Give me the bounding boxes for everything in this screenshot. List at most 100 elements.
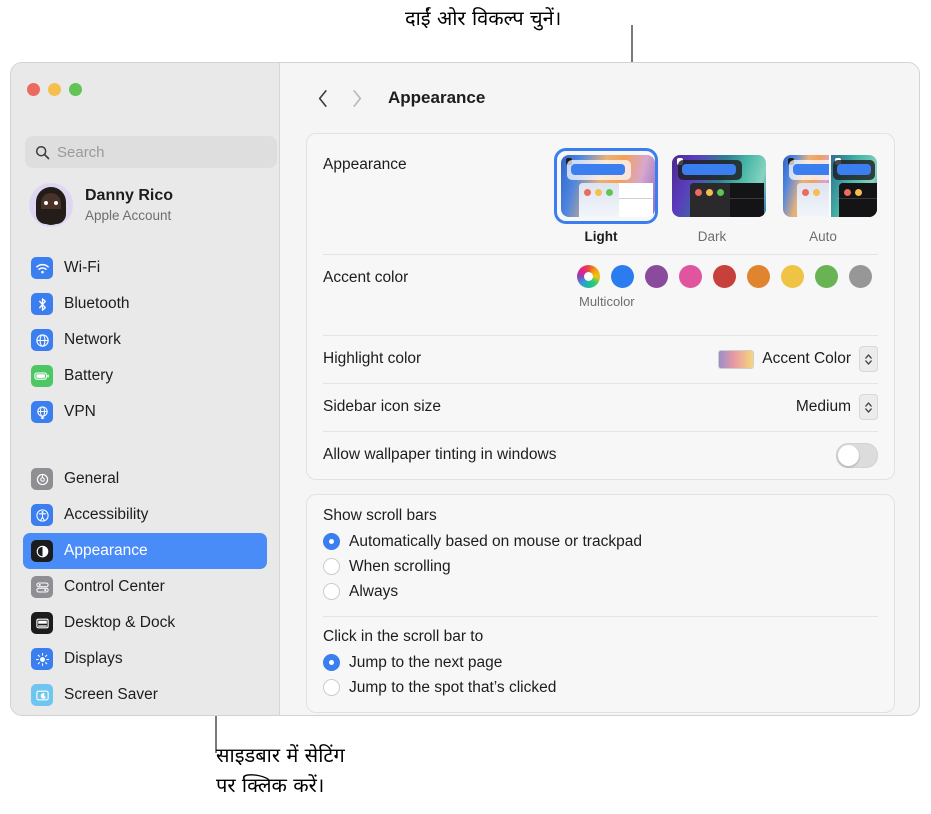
- sidebar-item-label: Battery: [64, 367, 114, 384]
- search-input[interactable]: Search: [25, 136, 277, 168]
- account-name: Danny Rico: [85, 187, 174, 204]
- sidebar-item-bluetooth[interactable]: Bluetooth: [23, 286, 267, 322]
- account-subtitle: Apple Account: [85, 208, 172, 223]
- highlight-color-row: Highlight color Accent Color: [307, 335, 894, 383]
- appearance-mode-auto[interactable]: Auto: [776, 148, 877, 244]
- radio-jump-next-page[interactable]: Jump to the next page: [323, 650, 878, 675]
- sidebar-item-network[interactable]: Network: [23, 322, 267, 358]
- avatar: [29, 183, 73, 227]
- scroll-bar-settings-card: Show scroll bars Automatically based on …: [306, 494, 895, 713]
- sidebar-item-desktop-dock[interactable]: Desktop & Dock: [23, 605, 267, 641]
- chevron-left-icon[interactable]: [306, 81, 340, 115]
- wallpaper-tinting-row: Allow wallpaper tinting in windows: [307, 431, 894, 479]
- mode-label: Light: [584, 229, 618, 244]
- radio-button[interactable]: [323, 679, 340, 696]
- sidebar-item-label: Accessibility: [64, 506, 149, 523]
- accent-color-label: Accent color: [323, 269, 409, 286]
- bluetooth-icon: [31, 293, 53, 315]
- highlight-color-popup[interactable]: Accent Color: [718, 346, 878, 372]
- sidebar-item-screen-saver[interactable]: Screen Saver: [23, 677, 267, 713]
- appearance-settings-card: Appearance Light Dark Auto Accent color …: [306, 133, 895, 480]
- toolbar: Appearance: [280, 63, 919, 133]
- highlight-color-swatch: [718, 349, 755, 369]
- maximize-button[interactable]: [69, 83, 82, 96]
- chevron-updown-icon[interactable]: [859, 394, 878, 420]
- sidebar-item-vpn[interactable]: VPN: [23, 394, 267, 430]
- globe-icon: [31, 329, 53, 351]
- accessibility-icon: [31, 504, 53, 526]
- sidebar-item-label: Displays: [64, 650, 123, 667]
- account-row[interactable]: Danny Rico Apple Account: [29, 183, 173, 227]
- accent-swatch-purple[interactable]: [645, 265, 668, 288]
- show-scroll-bars-section: Show scroll bars Automatically based on …: [307, 495, 894, 616]
- accent-swatch-orange[interactable]: [747, 265, 770, 288]
- auto-mode-thumbnail: [783, 155, 877, 217]
- appearance-label: Appearance: [323, 156, 407, 173]
- system-settings-window: Search Danny Rico Apple Account Wi-Fi Bl…: [10, 62, 920, 716]
- sidebar-item-battery[interactable]: Battery: [23, 358, 267, 394]
- sidebar-item-control-center[interactable]: Control Center: [23, 569, 267, 605]
- radio-show-scroll-bars-always[interactable]: Always: [323, 579, 878, 604]
- dark-mode-thumbnail: [672, 155, 766, 217]
- appearance-mode-light[interactable]: Light: [554, 148, 658, 244]
- click-scroll-bar-section: Click in the scroll bar to Jump to the n…: [307, 616, 894, 712]
- sidebar-item-accessibility[interactable]: Accessibility: [23, 497, 267, 533]
- sidebar-item-wifi[interactable]: Wi-Fi: [23, 250, 267, 286]
- highlight-color-label: Highlight color: [323, 350, 422, 367]
- accent-swatch-red[interactable]: [713, 265, 736, 288]
- sidebar-item-label: Control Center: [64, 578, 165, 595]
- show-scroll-bars-title: Show scroll bars: [323, 507, 437, 524]
- radio-button[interactable]: [323, 583, 340, 600]
- chevron-right-icon[interactable]: [340, 81, 374, 115]
- gear-icon: [31, 468, 53, 490]
- radio-jump-to-spot[interactable]: Jump to the spot that’s clicked: [323, 675, 878, 700]
- radio-button[interactable]: [323, 533, 340, 550]
- sidebar-icon-size-popup[interactable]: Medium: [796, 394, 878, 420]
- accent-swatch-pink[interactable]: [679, 265, 702, 288]
- control-center-icon: [31, 576, 53, 598]
- radio-label: Jump to the spot that’s clicked: [349, 678, 557, 696]
- appearance-mode-picker: Light Dark Auto: [554, 148, 878, 244]
- accent-color-row: Accent color Multicolor: [307, 254, 894, 335]
- close-button[interactable]: [27, 83, 40, 96]
- appearance-mode-dark[interactable]: Dark: [665, 148, 766, 244]
- sidebar-item-label: VPN: [64, 403, 96, 420]
- radio-label: Automatically based on mouse or trackpad: [349, 532, 642, 550]
- accent-swatch-multicolor[interactable]: [577, 265, 600, 288]
- chevron-updown-icon[interactable]: [859, 346, 878, 372]
- sidebar-icon-size-value: Medium: [795, 398, 851, 415]
- sidebar-icon-size-row: Sidebar icon size Medium: [307, 383, 894, 431]
- sidebar-item-appearance[interactable]: Appearance: [23, 533, 267, 569]
- accent-swatch-blue[interactable]: [611, 265, 634, 288]
- sidebar-item-label: Desktop & Dock: [64, 614, 176, 631]
- accent-swatch-green[interactable]: [815, 265, 838, 288]
- sidebar-item-general[interactable]: General: [23, 461, 267, 497]
- sidebar-group-system: General Accessibility Appearance Control…: [23, 461, 267, 713]
- mode-label: Auto: [809, 229, 837, 244]
- sidebar-item-label: Appearance: [64, 542, 148, 559]
- battery-icon: [31, 365, 53, 387]
- top-annotation-text: दाईं ओर विकल्प चुनें।: [405, 6, 562, 30]
- accent-swatch-graphite[interactable]: [849, 265, 872, 288]
- desktop-dock-icon: [31, 612, 53, 634]
- wallpaper-tinting-toggle[interactable]: [836, 442, 878, 468]
- accent-selected-label: Multicolor: [579, 294, 635, 309]
- sidebar-item-label: Wi-Fi: [64, 259, 101, 276]
- accent-color-swatches: [577, 265, 872, 288]
- search-icon: [35, 145, 50, 160]
- radio-show-scroll-bars-automatic[interactable]: Automatically based on mouse or trackpad: [323, 529, 878, 554]
- sidebar-item-label: Screen Saver: [64, 686, 158, 703]
- highlight-color-value: Accent Color: [762, 350, 851, 367]
- radio-button[interactable]: [323, 558, 340, 575]
- sidebar-item-displays[interactable]: Displays: [23, 641, 267, 677]
- sidebar-group-network: Wi-Fi Bluetooth Network Battery VPN: [23, 250, 267, 430]
- radio-label: Jump to the next page: [349, 653, 503, 671]
- accent-swatch-yellow[interactable]: [781, 265, 804, 288]
- radio-show-scroll-bars-when-scrolling[interactable]: When scrolling: [323, 554, 878, 579]
- minimize-button[interactable]: [48, 83, 61, 96]
- radio-label: When scrolling: [349, 557, 451, 575]
- sidebar-item-label: Network: [64, 331, 121, 348]
- click-scroll-bar-title: Click in the scroll bar to: [323, 628, 484, 645]
- radio-button[interactable]: [323, 654, 340, 671]
- displays-icon: [31, 648, 53, 670]
